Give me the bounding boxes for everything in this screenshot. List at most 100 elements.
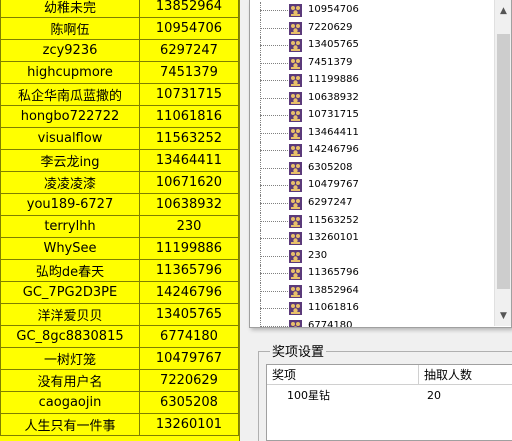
award-list-view[interactable]: 奖项 抽取人数 100星钻 20 [266,364,512,441]
scroll-down-arrow-icon[interactable]: ▼ [495,307,511,324]
sheet-cell-id[interactable]: 230 [139,215,239,238]
tree-item[interactable]: 13260101 [250,230,482,248]
sheet-cell-name[interactable]: 没有用户名 [0,369,140,392]
tree-branch-line [260,238,288,240]
sheet-cell-id[interactable]: 6297247 [139,39,239,62]
sheet-row: 陈啊伍 10954706 [0,17,239,40]
sheet-cell-id[interactable]: 13260101 [139,413,239,436]
sheet-cell-id[interactable]: 13852964 [139,0,239,18]
sheet-cell-id[interactable]: 13464411 [139,149,239,172]
user-group-icon [288,319,303,327]
sheet-cell-id[interactable]: 13405765 [139,303,239,326]
tree-branch-line [260,325,288,327]
tree-item[interactable]: 7220629 [250,19,482,38]
tree-item[interactable]: 13464411 [250,124,482,143]
sheet-cell-name[interactable]: 洋洋爱贝贝 [0,303,140,326]
tree-item-label: 6774180 [308,319,353,328]
sheet-cell-name[interactable]: 凌凌凌漆 [0,171,140,194]
sheet-cell-name[interactable]: 一树灯笼 [0,347,140,370]
sheet-cell-id[interactable]: 11199886 [139,237,239,260]
tree-item[interactable]: 11563252 [250,212,482,231]
tree-branch-line [260,308,288,310]
sheet-cell-id[interactable]: 11061816 [139,105,239,128]
award-row[interactable]: 100星钻 20 [267,387,512,405]
sheet-cell-name[interactable]: 人生只有一件事 [0,413,140,436]
tree-item[interactable]: 230 [250,247,482,266]
sheet-cell-id[interactable]: 10671620 [139,171,239,194]
sheet-row: 幼稚未完 13852964 [0,0,239,18]
user-group-icon [288,284,303,299]
sheet-cell-name[interactable]: you189-6727 [0,193,140,216]
user-group-icon [288,161,303,176]
column-header-count[interactable]: 抽取人数 [419,365,512,385]
sheet-cell-name[interactable]: highcupmore [0,61,140,84]
sheet-cell-id[interactable]: 14246796 [139,281,239,304]
scroll-thumb[interactable] [497,34,510,289]
sheet-row: zcy9236 6297247 [0,39,239,62]
tree-item[interactable]: 11199886 [250,72,482,90]
sheet-cell-id[interactable]: 6305208 [139,391,239,414]
tree-branch-line [260,132,288,134]
tree-item[interactable]: 6297247 [250,195,482,213]
sheet-cell-id[interactable]: 11563252 [139,127,239,150]
tree-item[interactable]: 6305208 [250,159,482,178]
sheet-cell-id[interactable]: 7451379 [139,61,239,84]
sheet-cell-name[interactable]: visualflow [0,127,140,150]
user-group-icon [288,38,303,53]
sheet-cell-name[interactable]: 陈啊伍 [0,17,140,40]
sheet-row: visualflow 11563252 [0,127,239,150]
column-header-award[interactable]: 奖项 [267,365,419,385]
user-group-icon [288,249,303,264]
tree-item[interactable]: 10731715 [250,107,482,125]
sheet-cell-name[interactable]: 私企华南瓜蓝撒的 [0,83,140,106]
tree-item[interactable]: 14246796 [250,142,482,160]
tree-item[interactable]: 10954706 [250,2,482,20]
user-group-icon [288,91,303,106]
sheet-cell-id[interactable]: 10638932 [139,193,239,216]
tree-item-label: 6297247 [308,197,353,209]
user-group-icon [288,126,303,141]
tree-item-label: 11061816 [308,302,359,314]
tree-item[interactable]: 11061816 [250,300,482,318]
tree-branch-line [260,10,288,11]
tree-item[interactable]: 10479767 [250,177,482,196]
award-list-header: 奖项 抽取人数 [267,365,512,385]
sheet-row: 李云龙ing 13464411 [0,149,239,172]
sheet-cell-id[interactable]: 7220629 [139,369,239,392]
sheet-cell-name[interactable]: hongbo722722 [0,105,140,128]
tree-view[interactable]: 10954706 7220629 13405765 7451379 11199886 10… [249,0,512,328]
sheet-cell-id[interactable]: 6774180 [139,325,239,348]
tree-item[interactable]: 13852964 [250,282,482,301]
tree-branch-line [260,150,288,152]
spreadsheet-table: 幼稚未完 13852964 陈啊伍 10954706 zcy9236 6297247 hig… [0,0,239,436]
sheet-row: you189-6727 10638932 [0,193,239,216]
sheet-cell-name[interactable]: 弘昀de春天 [0,259,140,282]
sheet-cell-name[interactable]: 幼稚未完 [0,0,140,18]
sheet-cell-name[interactable]: 李云龙ing [0,149,140,172]
scroll-up-arrow-icon[interactable]: ▲ [495,2,511,19]
award-name: 100星钻 [287,389,330,402]
tree-item[interactable]: 11365796 [250,265,482,283]
sheet-cell-id[interactable]: 10954706 [139,17,239,40]
sheet-cell-id[interactable]: 10731715 [139,83,239,106]
user-group-icon [288,266,303,281]
user-group-icon [288,196,303,211]
sheet-row: 洋洋爱贝贝 13405765 [0,303,239,326]
tree-item[interactable]: 10638932 [250,89,482,108]
tree-item[interactable]: 7451379 [250,54,482,73]
sheet-cell-name[interactable]: caogaojin [0,391,140,414]
user-group-icon [288,56,303,71]
sheet-cell-name[interactable]: GC_7PG2D3PE [0,281,140,304]
tree-item-label: 11563252 [308,214,359,226]
tree-list: 10954706 7220629 13405765 7451379 11199886 10… [250,2,482,328]
tree-item-label: 7451379 [308,56,353,68]
sheet-cell-name[interactable]: GC_8gc8830815 [0,325,140,348]
tree-item[interactable]: 13405765 [250,37,482,55]
vertical-scrollbar[interactable]: ▲ ▼ [494,0,511,326]
sheet-cell-id[interactable]: 11365796 [139,259,239,282]
tree-item[interactable]: 6774180 [250,317,482,328]
sheet-cell-name[interactable]: WhySee [0,237,140,260]
sheet-cell-name[interactable]: zcy9236 [0,39,140,62]
sheet-cell-id[interactable]: 10479767 [139,347,239,370]
sheet-cell-name[interactable]: terrylhh [0,215,140,238]
